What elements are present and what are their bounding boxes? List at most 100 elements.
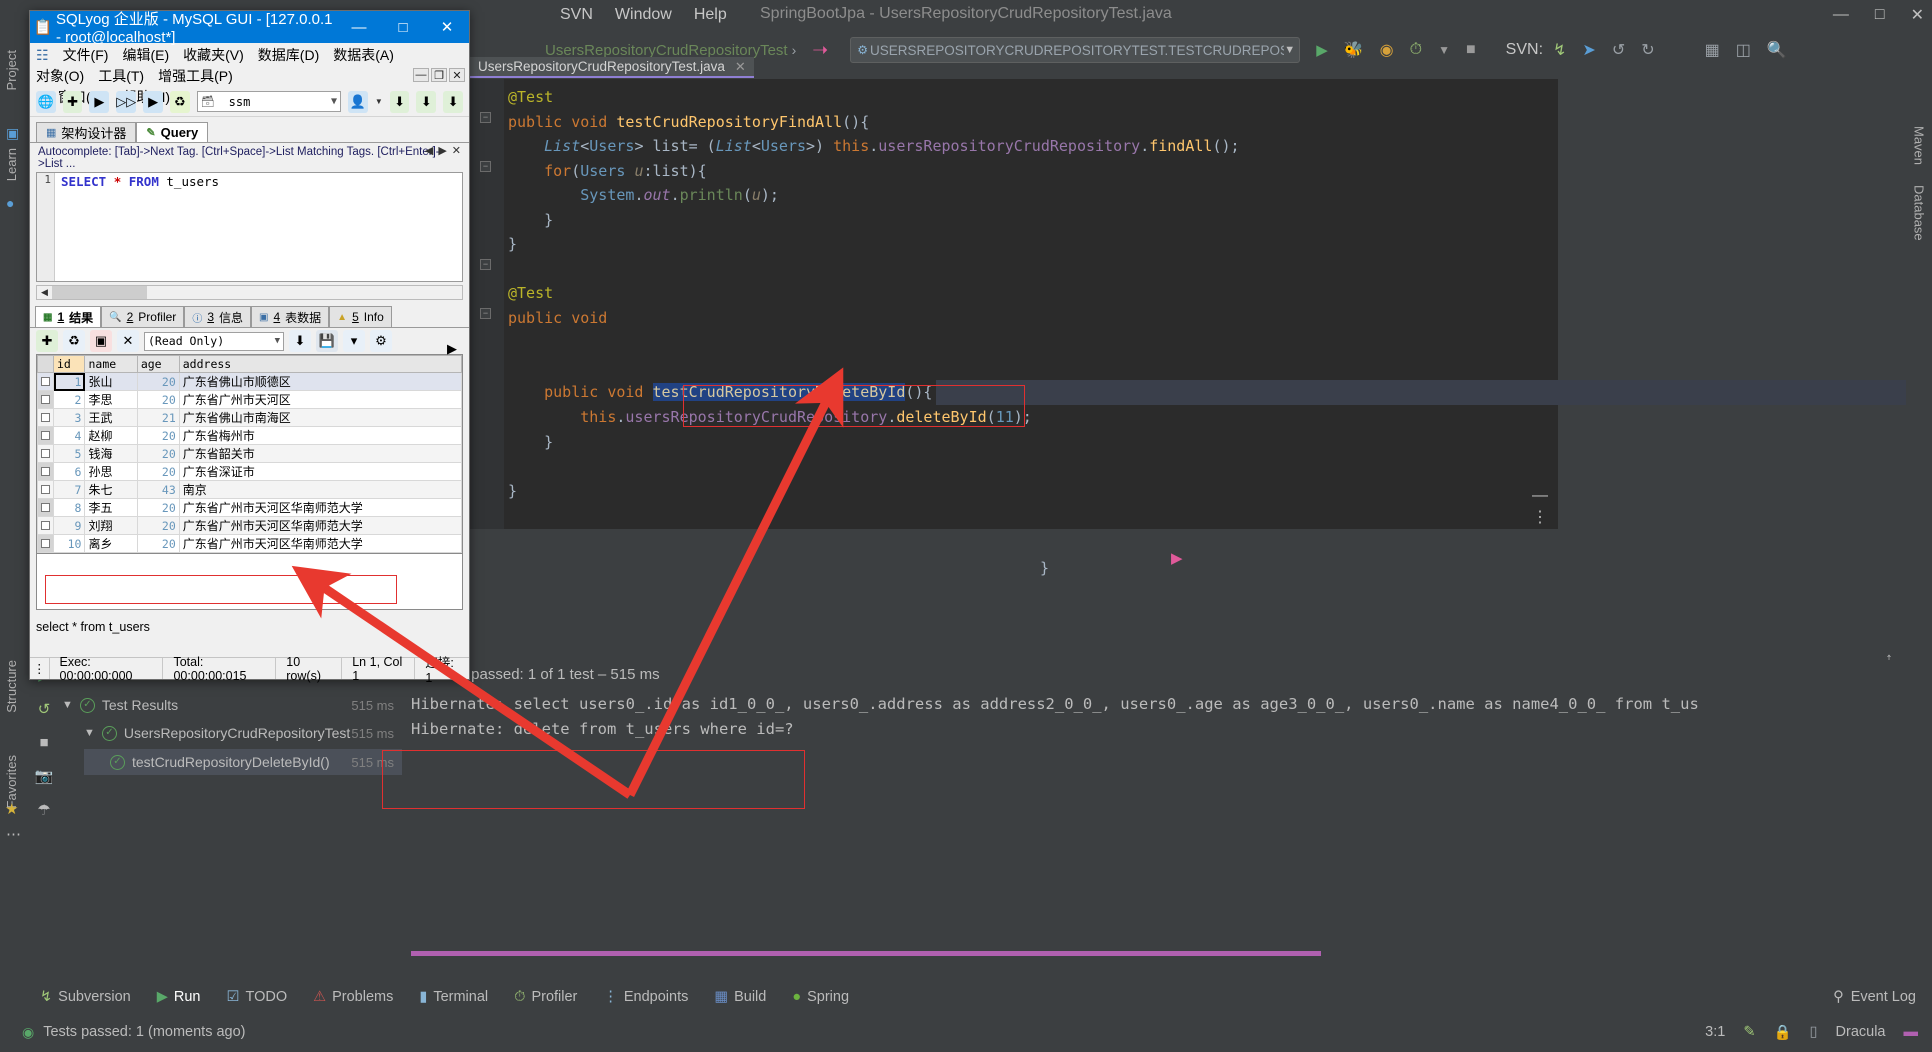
cell-address[interactable]: 广东省梅州市 (178, 426, 463, 445)
table-row[interactable]: 2 李思 20 广东省广州市天河区 (37, 390, 463, 409)
row-checkbox[interactable] (37, 462, 54, 481)
tab-problems[interactable]: ⚠ Problems (313, 989, 393, 1005)
column-header-age[interactable]: age (136, 355, 180, 373)
table-row[interactable]: 1 张山 20 广东省佛山市顺德区 (37, 372, 463, 391)
chevron-down-icon[interactable]: ▼ (62, 699, 73, 711)
scroll-left-icon[interactable]: ◀ (37, 287, 52, 298)
rerun-failed-icon[interactable]: ↺ (38, 700, 51, 718)
stop-icon[interactable]: ■ (39, 734, 48, 751)
column-header-address[interactable]: address (178, 355, 463, 373)
chevron-down-icon[interactable]: ▼ (1438, 43, 1450, 57)
new-connection-icon[interactable]: 🌐 (36, 90, 56, 113)
close-icon[interactable]: ✕ (735, 59, 746, 75)
row-checkbox[interactable] (37, 408, 54, 427)
delete-row-icon[interactable]: ✕ (117, 330, 139, 352)
cell-age[interactable]: 20 (136, 498, 180, 517)
cell-name[interactable]: 离乡 (84, 534, 138, 553)
code-fold-icon[interactable]: − (480, 259, 491, 270)
cell-id[interactable]: 4 (52, 426, 86, 445)
result-tab-3[interactable]: ⓘ 3 信息 (184, 306, 252, 327)
maximize-icon[interactable]: □ (381, 11, 425, 43)
menu-svn[interactable]: SVN (560, 6, 593, 24)
maximize-icon[interactable]: □ (1875, 6, 1885, 24)
cell-name[interactable]: 李思 (84, 390, 138, 409)
tab-query[interactable]: ✎ Query (136, 122, 209, 142)
tab-run[interactable]: ▶ Run (157, 989, 201, 1005)
tab-build[interactable]: ▦ Build (714, 989, 766, 1005)
mdi-minimize-icon[interactable]: — (413, 68, 429, 82)
tab-terminal[interactable]: ▮ Terminal (419, 989, 488, 1005)
code-editor[interactable]: − − − − @Test public void testCrudReposi… (468, 79, 1932, 577)
row-checkbox[interactable] (37, 480, 54, 499)
result-grid[interactable]: id name age address 1 张山 20 广东省佛山市顺德区 2 … (36, 354, 463, 554)
learn-icon[interactable]: ● (6, 195, 14, 211)
menu-file[interactable]: 文件(F) (63, 45, 109, 66)
cell-name[interactable]: 孙思 (84, 462, 138, 481)
cell-age[interactable]: 20 (136, 444, 180, 463)
execute-all-icon[interactable]: ▷▷ (116, 90, 137, 113)
row-checkbox[interactable] (37, 390, 54, 409)
project-icon[interactable]: ▣ (6, 125, 19, 142)
chevron-down-icon[interactable]: ▼ (1284, 44, 1295, 56)
sidebar-item-project[interactable]: Project (4, 50, 19, 90)
add-row-icon[interactable]: ✚ (36, 330, 58, 352)
tab-endpoints[interactable]: ⋮ Endpoints (603, 989, 688, 1005)
export-grid-icon[interactable]: ⬇ (289, 330, 311, 352)
editor-more-icon[interactable]: ⋮ (1532, 507, 1548, 527)
grid-icon[interactable]: ▦ (1705, 40, 1720, 60)
scrollbar-thumb[interactable] (52, 286, 147, 299)
user-manager-icon[interactable]: 👤 (348, 90, 368, 113)
code-fold-icon[interactable]: − (480, 161, 491, 172)
new-query-icon[interactable]: ✚ (62, 90, 83, 113)
tab-todo[interactable]: ☑ TODO (226, 989, 287, 1005)
camera-icon[interactable]: 📷 (35, 767, 54, 785)
lock-icon[interactable]: 🔒 (1773, 1024, 1791, 1041)
result-tab-1[interactable]: ▦ 1 结果 (35, 306, 102, 327)
execute-current-icon[interactable]: ▶ (143, 90, 163, 113)
console-output[interactable]: Hibernate: select users0_.id as id1_0_0_… (411, 692, 1898, 934)
result-tab-2[interactable]: 🔍 2 Profiler (101, 306, 185, 327)
sidebar-item-learn[interactable]: Learn (4, 148, 19, 181)
cell-age[interactable]: 43 (136, 480, 180, 499)
cell-address[interactable]: 广东省广州市天河区 (178, 390, 463, 409)
cell-name[interactable]: 张山 (84, 372, 138, 391)
sqlyog-window[interactable]: 📋 SQLyog 企业版 - MySQL GUI - [127.0.0.1 - … (29, 10, 470, 685)
terminal-small-icon[interactable]: ▯ (1810, 1024, 1818, 1040)
cell-address[interactable]: 广东省广州市天河区华南师范大学 (178, 534, 463, 553)
menu-help[interactable]: Help (694, 6, 727, 24)
console-horizontal-scrollbar[interactable] (411, 951, 1321, 956)
table-row[interactable]: 5 钱海 20 广东省韶关市 (37, 444, 463, 463)
result-tab-4[interactable]: ▣ 4 表数据 (251, 306, 330, 327)
close-icon[interactable]: ✕ (1911, 5, 1924, 25)
close-tab-icon[interactable]: ✕ (452, 144, 461, 157)
cell-name[interactable]: 刘翔 (84, 516, 138, 535)
export-data-icon[interactable]: ⬇ (416, 90, 437, 113)
chevron-down-icon[interactable]: ▼ (375, 97, 383, 106)
backup-icon[interactable]: ⬇ (443, 90, 463, 113)
cell-id[interactable]: 8 (52, 498, 86, 517)
minimize-icon[interactable]: — (1833, 6, 1849, 24)
cell-age[interactable]: 20 (136, 372, 180, 391)
database-selector[interactable]: 🗃 ssm ▼ (196, 91, 342, 112)
editor-minimize-icon[interactable]: — (1532, 487, 1548, 505)
execute-query-icon[interactable]: ▶ (89, 90, 110, 113)
vcs-history-icon[interactable]: ↺ (1612, 40, 1625, 60)
cell-id[interactable]: 5 (52, 444, 86, 463)
cell-address[interactable]: 广东省韶关市 (178, 444, 463, 463)
import-data-icon[interactable]: ⬇ (389, 90, 410, 113)
cell-address[interactable]: 广东省广州市天河区华南师范大学 (178, 498, 463, 517)
test-tree-row-root[interactable]: ▼ ✓ Test Results 515 ms (62, 692, 402, 718)
minimize-icon[interactable]: — (337, 11, 381, 43)
cell-address[interactable]: 广东省广州市天河区华南师范大学 (178, 516, 463, 535)
tab-subversion[interactable]: ↯ Subversion (40, 989, 131, 1005)
caret-position[interactable]: 3:1 (1705, 1024, 1725, 1040)
grid-settings-icon[interactable]: ⚙ (370, 330, 392, 352)
cell-id[interactable]: 1 (52, 372, 86, 391)
refresh-objects-icon[interactable]: ♻ (169, 90, 190, 113)
row-checkbox[interactable] (37, 498, 54, 517)
sidebar-item-maven[interactable]: Maven (1908, 116, 1931, 175)
layout-icon[interactable]: ◫ (1736, 40, 1751, 60)
thread-dump-icon[interactable]: ☂ (37, 801, 50, 819)
code-fold-icon[interactable]: − (480, 112, 491, 123)
row-checkbox[interactable] (37, 426, 54, 445)
